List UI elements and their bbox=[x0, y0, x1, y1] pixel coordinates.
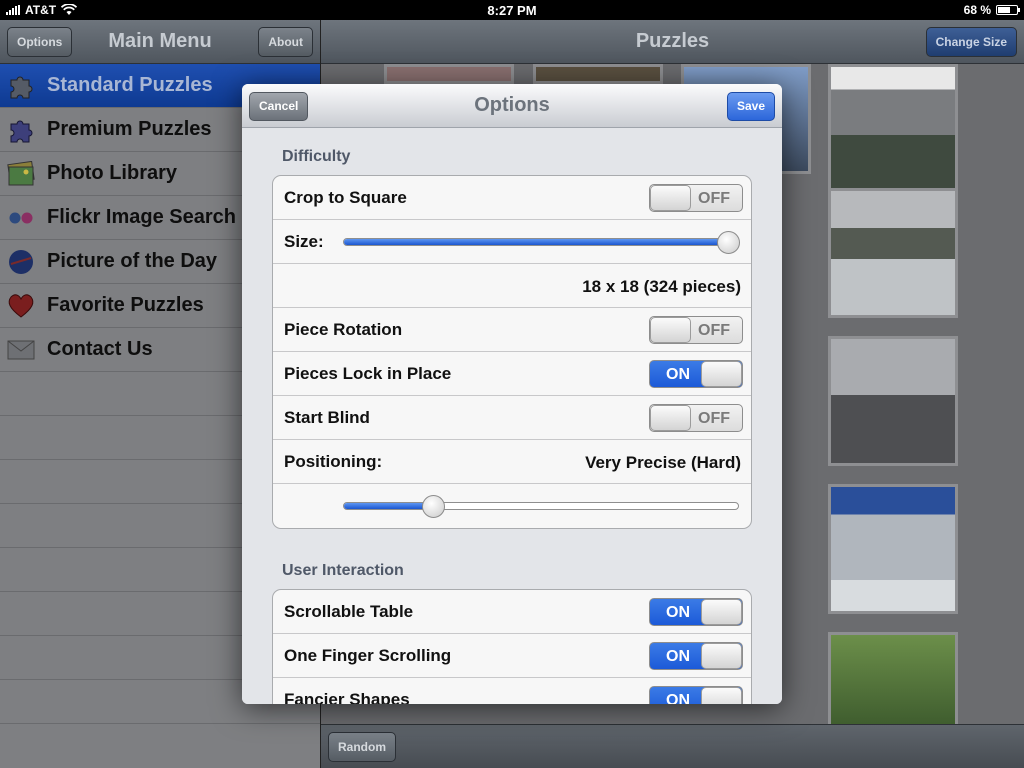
one-finger-scrolling-toggle[interactable]: ON bbox=[649, 642, 743, 670]
start-blind-row: Start Blind OFF bbox=[273, 396, 751, 440]
puzzle-thumbnail[interactable] bbox=[384, 64, 514, 84]
one-finger-scrolling-row: One Finger Scrolling ON bbox=[273, 634, 751, 678]
pieces-count-value: 18 x 18 (324 pieces) bbox=[582, 277, 741, 296]
difficulty-group: Crop to Square OFF Size: 18 x 18 (324 pi… bbox=[272, 175, 752, 529]
options-dialog: Cancel Options Save Difficulty Crop to S… bbox=[242, 84, 782, 704]
photo-library-icon bbox=[6, 160, 36, 188]
size-row: Size: bbox=[273, 220, 751, 264]
crop-to-square-toggle[interactable]: OFF bbox=[649, 184, 743, 212]
start-blind-label: Start Blind bbox=[284, 407, 370, 427]
fancier-shapes-row: Fancier Shapes ON bbox=[273, 678, 751, 704]
toggle-state-text: ON bbox=[666, 648, 690, 665]
one-finger-scrolling-label: One Finger Scrolling bbox=[284, 645, 452, 665]
section-header-difficulty: Difficulty bbox=[282, 148, 351, 165]
puzzle-thumbnail[interactable] bbox=[828, 336, 958, 466]
about-button[interactable]: About bbox=[258, 27, 313, 57]
options-title: Options bbox=[474, 94, 550, 116]
piece-rotation-label: Piece Rotation bbox=[284, 319, 403, 339]
positioning-row: Positioning: Very Precise (Hard) bbox=[273, 440, 751, 484]
fancier-shapes-label: Fancier Shapes bbox=[284, 690, 410, 704]
puzzle-thumbnail[interactable] bbox=[828, 188, 958, 318]
start-blind-toggle[interactable]: OFF bbox=[649, 404, 743, 432]
premium-puzzle-icon bbox=[6, 116, 36, 144]
positioning-value: Very Precise (Hard) bbox=[585, 453, 741, 472]
puzzle-thumbnail[interactable] bbox=[533, 64, 663, 84]
pieces-count-row: 18 x 18 (324 pieces) bbox=[273, 264, 751, 308]
toggle-knob bbox=[701, 599, 742, 625]
scrollable-table-label: Scrollable Table bbox=[284, 601, 414, 621]
positioning-slider-row bbox=[273, 484, 751, 528]
puzzle-thumbnail[interactable] bbox=[828, 64, 958, 194]
toggle-knob bbox=[650, 185, 691, 211]
slider-fill bbox=[344, 239, 729, 245]
menu-item-label: Contact Us bbox=[47, 338, 153, 360]
size-slider[interactable] bbox=[343, 231, 740, 254]
toggle-state-text: OFF bbox=[698, 190, 730, 207]
menu-item-label: Flickr Image Search bbox=[47, 206, 236, 228]
user-interaction-group: Scrollable Table ON One Finger Scrolling… bbox=[272, 589, 752, 704]
positioning-label: Positioning: bbox=[284, 451, 383, 471]
menu-item-label: Favorite Puzzles bbox=[47, 294, 204, 316]
change-size-button[interactable]: Change Size bbox=[925, 27, 1017, 57]
heart-icon bbox=[6, 292, 36, 320]
toggle-state-text: ON bbox=[666, 692, 690, 704]
toggle-knob bbox=[701, 643, 742, 669]
toggle-state-text: OFF bbox=[698, 322, 730, 339]
toggle-state-text: ON bbox=[666, 604, 690, 621]
size-label: Size: bbox=[284, 231, 324, 251]
puzzle-icon bbox=[6, 72, 36, 100]
battery-icon bbox=[996, 5, 1020, 15]
toggle-knob bbox=[701, 687, 742, 704]
flickr-icon bbox=[6, 204, 36, 232]
puzzles-toolbar: Random bbox=[321, 724, 1024, 768]
toggle-knob bbox=[650, 317, 691, 343]
status-right: 68 % bbox=[963, 3, 1020, 17]
crop-to-square-label: Crop to Square bbox=[284, 187, 407, 207]
pieces-lock-label: Pieces Lock in Place bbox=[284, 363, 452, 383]
options-scroll-area[interactable]: Difficulty Crop to Square OFF Size: 18 x… bbox=[242, 128, 782, 704]
clock: 8:27 PM bbox=[487, 3, 537, 18]
toggle-knob bbox=[701, 361, 742, 387]
piece-rotation-row: Piece Rotation OFF bbox=[273, 308, 751, 352]
options-dialog-navbar: Cancel Options Save bbox=[242, 84, 782, 128]
envelope-icon bbox=[6, 336, 36, 364]
battery-percent: 68 % bbox=[963, 3, 991, 17]
status-bar: AT&T 8:27 PM 68 % bbox=[0, 0, 1024, 20]
piece-rotation-toggle[interactable]: OFF bbox=[649, 316, 743, 344]
menu-item-label: Photo Library bbox=[47, 162, 178, 184]
toggle-knob bbox=[650, 405, 691, 431]
scrollable-table-row: Scrollable Table ON bbox=[273, 590, 751, 634]
puzzles-title: Puzzles bbox=[635, 30, 710, 52]
slider-knob[interactable] bbox=[422, 495, 446, 518]
fancier-shapes-toggle[interactable]: ON bbox=[649, 686, 743, 704]
save-button[interactable]: Save bbox=[726, 92, 775, 121]
positioning-slider[interactable] bbox=[343, 495, 739, 518]
pieces-lock-toggle[interactable]: ON bbox=[649, 360, 743, 388]
puzzles-navbar: Puzzles Change Size bbox=[321, 20, 1024, 64]
toggle-state-text: OFF bbox=[698, 410, 730, 427]
slider-fill bbox=[344, 503, 434, 509]
slider-knob[interactable] bbox=[717, 231, 740, 254]
puzzle-thumbnail[interactable] bbox=[828, 484, 958, 614]
toggle-state-text: ON bbox=[666, 366, 690, 383]
random-button[interactable]: Random bbox=[328, 732, 396, 762]
menu-item-label: Picture of the Day bbox=[47, 250, 218, 272]
nasa-icon bbox=[6, 248, 36, 276]
scrollable-table-toggle[interactable]: ON bbox=[649, 598, 743, 626]
section-header-user-interaction: User Interaction bbox=[282, 562, 404, 579]
menu-item-label: Standard Puzzles bbox=[47, 74, 213, 96]
pieces-lock-row: Pieces Lock in Place ON bbox=[273, 352, 751, 396]
main-menu-navbar: Options Main Menu About bbox=[0, 20, 320, 64]
menu-item-label: Premium Puzzles bbox=[47, 118, 212, 140]
crop-to-square-row: Crop to Square OFF bbox=[273, 176, 751, 220]
